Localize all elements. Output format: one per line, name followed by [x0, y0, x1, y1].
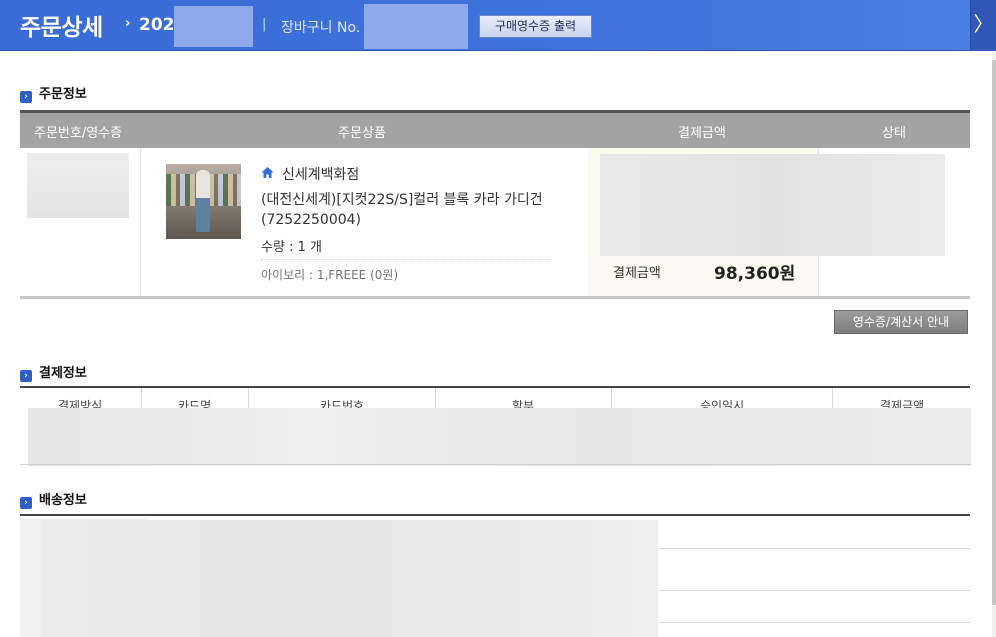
- product-option: 아이보리 : 1,FREEE (0원): [261, 268, 399, 282]
- col-product: 주문상품: [338, 126, 386, 141]
- page-title: 주문상세: [20, 15, 103, 41]
- cart-number-label: 장바구니 No.: [281, 20, 361, 36]
- payment-row-blurred: [28, 408, 971, 466]
- col-payment-amount: 결제금액: [678, 126, 726, 141]
- cart-number-mask: [364, 4, 468, 49]
- col-divider: [248, 388, 249, 410]
- order-table-header: 주문번호/영수증 주문상품 결제금액 상태: [20, 113, 970, 148]
- payment-table-top-border: [20, 386, 970, 388]
- delivery-info-heading-text: 배송정보: [39, 493, 87, 508]
- product-image-mannequin: [196, 170, 210, 232]
- delivery-detail-blurred: [42, 520, 658, 637]
- product-quantity: 수량 : 1 개: [261, 240, 322, 255]
- col-divider: [611, 388, 612, 410]
- scrollbar-thumb[interactable]: [992, 60, 996, 605]
- delivery-info-heading: › 배송정보: [20, 489, 87, 509]
- product-divider: [261, 259, 551, 260]
- col-divider: [140, 148, 141, 298]
- payment-info-heading: › 결제정보: [20, 362, 87, 382]
- receipt-guide-button[interactable]: 영수증/계산서 안내: [834, 310, 968, 334]
- order-number-mask: [174, 6, 253, 47]
- section-bullet-icon: ›: [20, 497, 32, 509]
- payment-amount-label: 결제금액: [613, 266, 661, 281]
- order-info-heading: › 주문정보: [20, 83, 87, 103]
- order-number: 202: [139, 15, 175, 35]
- close-icon[interactable]: 〉: [970, 0, 996, 51]
- section-bullet-icon: ›: [20, 91, 32, 103]
- order-info-heading-text: 주문정보: [39, 87, 87, 102]
- payment-info-heading-text: 결제정보: [39, 366, 87, 381]
- order-number-blurred: [27, 153, 129, 218]
- col-status: 상태: [882, 126, 906, 141]
- home-icon: [261, 167, 274, 178]
- store-name[interactable]: 신세계백화점: [282, 164, 359, 184]
- col-divider: [832, 388, 833, 410]
- breadcrumb-arrow-icon: ›: [125, 16, 131, 31]
- section-bullet-icon: ›: [20, 370, 32, 382]
- col-divider: [141, 388, 142, 410]
- col-order-number: 주문번호/영수증: [34, 126, 123, 141]
- product-name[interactable]: (대전신세계)[지컷22S/S]컬러 블록 카라 가디건(7252250004): [261, 190, 551, 230]
- print-receipt-button[interactable]: 구매영수증 출력: [479, 15, 592, 38]
- payment-table-bottom-border: [20, 464, 970, 465]
- payment-detail-blurred: [600, 154, 945, 256]
- payment-amount-value: 98,360원: [714, 264, 796, 284]
- order-table-bottom-border: [20, 296, 970, 299]
- scrollbar[interactable]: [992, 52, 996, 637]
- product-image[interactable]: [166, 164, 241, 239]
- delivery-table-top-border: [20, 514, 970, 516]
- col-divider: [435, 388, 436, 410]
- header-bar: 주문상세 › 202 | 장바구니 No. 구매영수증 출력 〉: [0, 0, 996, 51]
- header-separator: |: [262, 17, 267, 32]
